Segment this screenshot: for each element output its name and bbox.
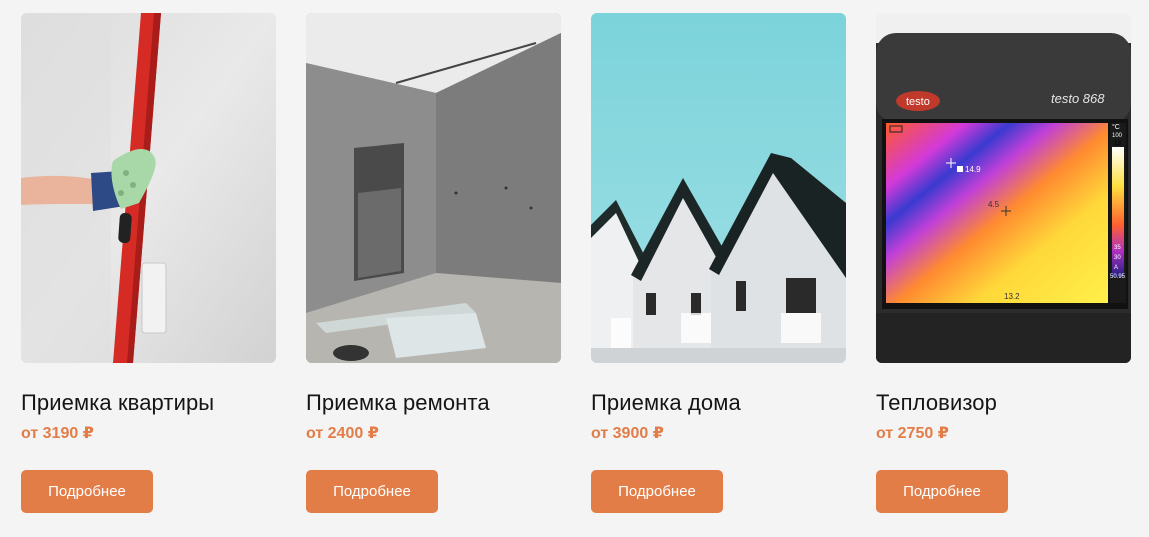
testo-logo: testo (906, 96, 930, 108)
svg-text:100: 100 (1112, 133, 1123, 139)
service-title: Приемка дома (591, 390, 741, 415)
service-title: Тепловизор (876, 390, 997, 415)
spot-temp-2: 4.5 (988, 200, 1000, 209)
service-price: от 2750 ₽ (876, 425, 949, 442)
details-button[interactable]: Подробнее (876, 470, 1008, 513)
houses-gables-image (591, 13, 846, 363)
svg-text:A: A (1114, 265, 1118, 271)
house-photo[interactable] (591, 13, 846, 363)
svg-text:30: 30 (1114, 255, 1121, 261)
thermal-photo[interactable]: testo testo 868 °C 100 13 35 30 A 50.95 … (876, 13, 1131, 363)
service-price: от 3900 ₽ (591, 425, 664, 442)
camera-model: testo 868 (1051, 91, 1105, 106)
svg-text:35: 35 (1114, 245, 1121, 251)
concrete-room-image (306, 13, 561, 363)
service-card-house: Приемка дома от 3900 ₽ Подробнее (591, 13, 846, 513)
bottom-temp: 13.2 (1004, 292, 1020, 301)
details-button[interactable]: Подробнее (306, 470, 438, 513)
renovation-photo[interactable] (306, 13, 561, 363)
service-card-thermal: testo testo 868 °C 100 13 35 30 A 50.95 … (876, 13, 1131, 513)
spot-temp-1: 14.9 (965, 165, 981, 174)
svg-text:°C: °C (1112, 123, 1120, 131)
services-grid: Приемка квартиры от 3190 ₽ Подробнее При… (0, 0, 1149, 537)
service-title: Приемка квартиры (21, 390, 215, 415)
service-card-apartment: Приемка квартиры от 3190 ₽ Подробнее (21, 13, 276, 513)
apartment-photo[interactable] (21, 13, 276, 363)
details-button[interactable]: Подробнее (21, 470, 153, 513)
details-button[interactable]: Подробнее (591, 470, 723, 513)
thermal-camera-image: testo testo 868 °C 100 13 35 30 A 50.95 … (876, 13, 1131, 363)
svg-text:13: 13 (1114, 141, 1121, 147)
service-card-renovation: Приемка ремонта от 2400 ₽ Подробнее (306, 13, 561, 513)
service-price: от 2400 ₽ (306, 425, 379, 442)
service-title: Приемка ремонта (306, 390, 490, 415)
level-on-wall-image (21, 13, 276, 363)
svg-text:50.95: 50.95 (1110, 274, 1126, 280)
service-price: от 3190 ₽ (21, 425, 94, 442)
